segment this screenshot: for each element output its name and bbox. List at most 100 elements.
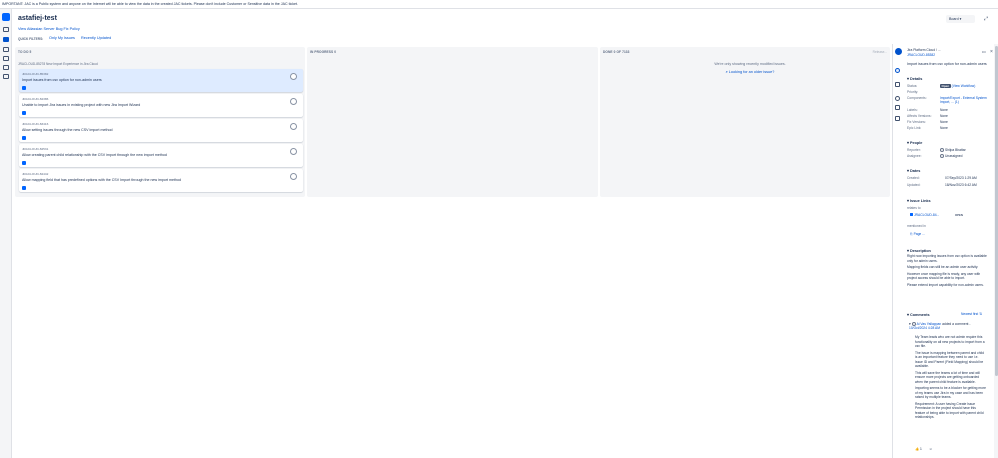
components-icon[interactable] xyxy=(3,74,9,79)
story-icon xyxy=(22,161,26,165)
board-menu-button[interactable]: Board ▾ xyxy=(946,15,975,23)
issue-card[interactable]: JRACLOUD-85382 Import issues from csv op… xyxy=(19,69,303,92)
policy-link[interactable]: View Atlassian Server Bug Fix Policy xyxy=(18,27,80,31)
linked-issue[interactable]: JRACLOUD-84... xyxy=(910,213,939,217)
description-body[interactable]: Right now importing issues from csv opti… xyxy=(907,254,987,287)
scrollbar-thumb[interactable] xyxy=(994,46,998,376)
column-header: IN PROGRESS 0 xyxy=(310,50,337,54)
created-date: 07/Sep/2023 1:29 AM xyxy=(945,176,977,180)
comment-paragraph: Requirement: A user having Create Issue … xyxy=(915,401,984,420)
field-label: Components: xyxy=(907,96,927,100)
description-paragraph: Please extend import capability for non-… xyxy=(907,282,984,287)
avatar xyxy=(290,123,297,130)
issue-summary: Allow creating parent child relationship… xyxy=(22,153,167,157)
issue-card[interactable]: JRACLOUD-84442 Allow mapping field that … xyxy=(19,169,303,192)
older-issue-link[interactable]: ⌕ Looking for an older issue? xyxy=(610,70,890,74)
page-title: astafiej-test xyxy=(18,15,57,22)
description-section-header[interactable]: ▾ Description xyxy=(907,248,931,253)
issue-key: JRACLOUD-84531 xyxy=(22,147,49,151)
mentioned-page-link[interactable]: ⎘ Page ... xyxy=(910,232,925,236)
panel-project-name[interactable]: Jira Platform Cloud / ... xyxy=(907,48,941,52)
comments-section-header[interactable]: ▾ Comments xyxy=(907,312,930,317)
comment-body: My Team leads who are not admin require … xyxy=(915,335,987,420)
description-icon[interactable] xyxy=(895,82,900,87)
issue-summary: Allow setting issues through the new CSV… xyxy=(22,128,113,132)
view-workflow-link[interactable]: (View Workflow) xyxy=(952,84,976,88)
issue-links-section-header[interactable]: ▾ Issue Links xyxy=(907,198,931,203)
field-label: Status: xyxy=(907,84,918,88)
comment-paragraph: My Team leads who are not admin require … xyxy=(915,335,985,348)
releases-icon[interactable] xyxy=(3,47,9,52)
story-icon xyxy=(22,136,26,140)
panel-scrollbar[interactable] xyxy=(994,44,998,458)
chevron-down-icon: ▾ xyxy=(959,17,962,21)
assignee-value[interactable]: Unassigned xyxy=(940,154,962,158)
components-value[interactable]: Import/Export - External System Import, … xyxy=(940,96,992,104)
issue-key: JRACLOUD-84386 xyxy=(22,97,49,101)
column-in-progress: IN PROGRESS 0 xyxy=(307,47,598,197)
status-field: Open (View Workflow) xyxy=(940,83,976,88)
issue-summary: Allow mapping field that has predefined … xyxy=(22,178,182,182)
comment-icon[interactable] xyxy=(895,96,900,101)
panel-issue-key[interactable]: JRACLOUD-85382 xyxy=(907,53,935,57)
filter-only-my-issues[interactable]: Only My Issues xyxy=(49,36,75,40)
comments-section-title: Comments xyxy=(909,313,930,317)
issue-title[interactable]: Import issues from csv option for non-ad… xyxy=(907,62,993,66)
issue-card[interactable]: JRACLOUD-84386 Unable to import Jira iss… xyxy=(19,94,303,117)
people-icon[interactable] xyxy=(895,105,900,110)
comment-meta: added a comment - xyxy=(942,322,971,326)
project-avatar xyxy=(895,48,902,55)
people-section-header[interactable]: ▾ People xyxy=(907,140,922,145)
field-label: Epic Link: xyxy=(907,126,922,130)
dates-section-header[interactable]: ▾ Dates xyxy=(907,168,920,173)
dates-section-title: Dates xyxy=(909,169,921,173)
column-header: TO DO 5 xyxy=(18,50,32,54)
reporter-value[interactable]: Shilpa Bhattar xyxy=(940,148,966,152)
like-button[interactable]: 👍 1 xyxy=(915,447,922,451)
search-icon: ⌕ xyxy=(725,70,728,74)
details-section-header[interactable]: ▾ Details xyxy=(907,76,922,81)
attachment-icon[interactable] xyxy=(895,116,900,121)
reports-icon[interactable] xyxy=(3,56,9,61)
page-icon: ⎘ xyxy=(910,232,913,236)
description-paragraph: Mapping fields can still be an admin use… xyxy=(907,265,979,269)
issue-card[interactable]: JRACLOUD-83416 Allow setting issues thro… xyxy=(19,119,303,142)
story-icon xyxy=(22,86,26,90)
story-icon xyxy=(910,213,913,216)
affects-versions-value: None xyxy=(940,114,948,118)
sort-comments-button[interactable]: Newest first ⇅ xyxy=(961,312,982,316)
issue-card[interactable]: JRACLOUD-84531 Allow creating parent chi… xyxy=(19,144,303,167)
avatar xyxy=(940,147,944,152)
project-logo-icon[interactable] xyxy=(2,13,10,21)
updated-date: 18/Nov/2023 6:42 AM xyxy=(945,183,977,187)
avatar xyxy=(940,153,944,158)
comment-author[interactable]: Ai Vas Yallappan xyxy=(917,322,942,326)
more-icon[interactable]: ••• xyxy=(982,50,986,54)
comment-date[interactable]: 10/Oct/2024 4:28 AM xyxy=(909,326,940,330)
avatar xyxy=(290,148,297,155)
done-column-note: We're only showing recently modified iss… xyxy=(714,62,786,66)
comment-paragraph: This will save the teams a lot of time a… xyxy=(915,370,980,384)
reaction-icon[interactable]: ☺ xyxy=(929,447,932,451)
issue-summary: Import issues from csv option for non-ad… xyxy=(22,78,102,82)
issue-detail-panel: Jira Platform Cloud / ... JRACLOUD-85382… xyxy=(892,44,998,458)
field-label: Labels: xyxy=(907,108,918,112)
older-issue-label: Looking for an older issue? xyxy=(728,70,775,74)
field-label: Created: xyxy=(907,176,920,180)
info-icon[interactable] xyxy=(895,68,900,73)
labels-value: None xyxy=(940,108,948,112)
expand-icon[interactable]: ⤢ xyxy=(982,15,990,23)
release-link[interactable]: Release... xyxy=(873,50,887,54)
field-label: Assignee: xyxy=(907,154,922,158)
swimlane-header[interactable]: JRACLOUD-85278 New Import Experience in … xyxy=(15,61,303,67)
field-label: Priority: xyxy=(907,90,919,94)
board-menu-label: Board xyxy=(949,17,959,21)
close-icon[interactable]: × xyxy=(990,49,993,55)
issues-icon[interactable] xyxy=(3,65,9,70)
issue-links-section-title: Issue Links xyxy=(909,199,931,203)
filter-recently-updated[interactable]: Recently Updated xyxy=(81,36,111,40)
status-badge[interactable]: Open xyxy=(940,83,951,88)
backlog-icon[interactable] xyxy=(3,27,9,32)
active-sprints-icon[interactable] xyxy=(3,37,9,42)
field-label: Affects Versions: xyxy=(907,114,932,118)
